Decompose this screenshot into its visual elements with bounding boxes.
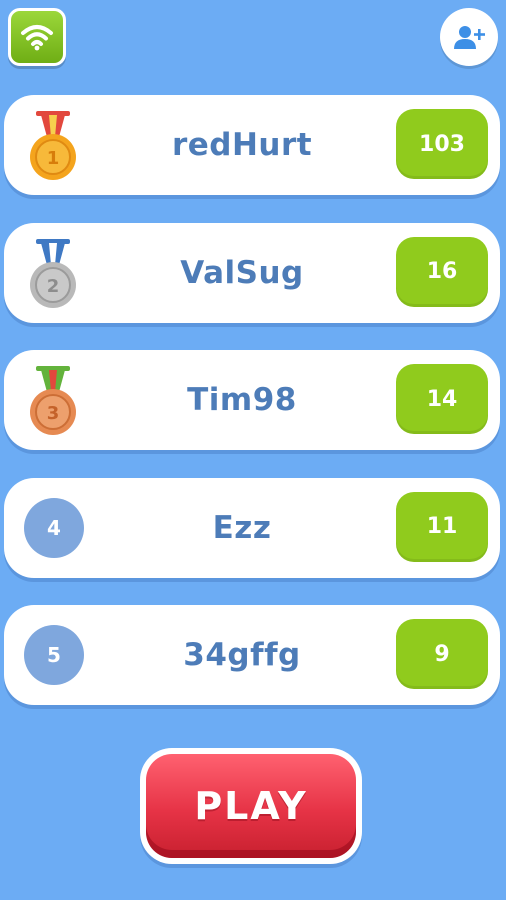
player-name: 34gffg <box>183 637 301 673</box>
leaderboard-row[interactable]: 3 Tim98 14 <box>4 350 500 450</box>
leaderboard-row[interactable]: 5 34gffg 9 <box>4 605 500 705</box>
rank-circle: 4 <box>24 497 84 558</box>
add-friend-button[interactable] <box>440 8 498 66</box>
player-name: Tim98 <box>187 382 297 418</box>
play-button-label: PLAY <box>146 754 356 858</box>
svg-text:1: 1 <box>47 148 60 169</box>
score-badge: 14 <box>396 364 488 434</box>
leaderboard: 1 redHurt 103 2 ValSug 16 3 Tim98 14 4 E <box>4 95 500 733</box>
player-name: ValSug <box>180 254 304 291</box>
gold-medal-icon: 1 <box>30 111 76 180</box>
wifi-button[interactable] <box>8 8 66 66</box>
add-friend-icon <box>454 26 485 49</box>
play-button[interactable]: PLAY <box>140 748 362 864</box>
player-name: Ezz <box>212 509 272 546</box>
score-badge: 9 <box>396 619 488 689</box>
rank-circle: 5 <box>24 625 84 685</box>
svg-text:3: 3 <box>47 403 60 424</box>
score-badge: 16 <box>396 236 488 307</box>
svg-text:2: 2 <box>47 276 60 297</box>
score-badge: 103 <box>396 109 488 179</box>
leaderboard-row[interactable]: 1 redHurt 103 <box>4 95 500 195</box>
silver-medal-icon: 2 <box>30 238 76 308</box>
leaderboard-row[interactable]: 4 Ezz 11 <box>4 477 500 578</box>
score-badge: 11 <box>396 491 488 562</box>
leaderboard-row[interactable]: 2 ValSug 16 <box>4 222 500 323</box>
wifi-icon <box>21 25 53 51</box>
player-name: redHurt <box>171 127 313 163</box>
bronze-medal-icon: 3 <box>30 366 76 435</box>
